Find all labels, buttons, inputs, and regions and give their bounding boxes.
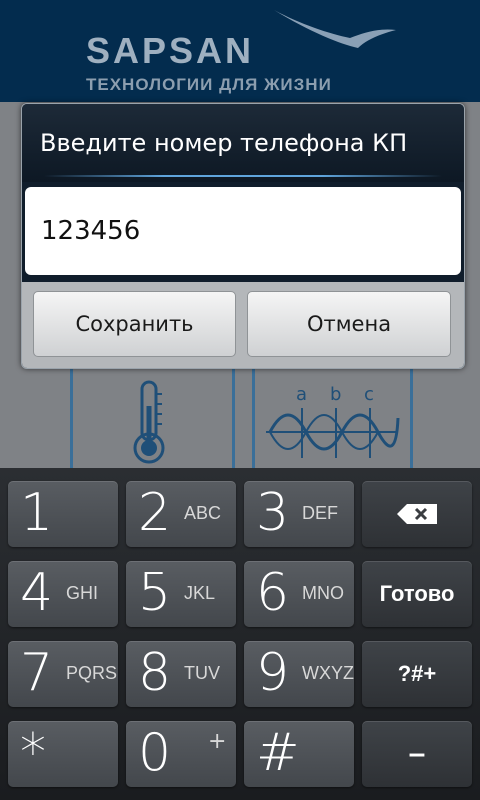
dash-key[interactable]: – (362, 721, 472, 787)
svg-text:c: c (364, 384, 374, 405)
backspace-key[interactable] (362, 481, 472, 547)
phone-number-dialog: Введите номер телефона КП Сохранить Отме… (21, 103, 465, 369)
key-digit: 4 (20, 563, 54, 623)
save-button[interactable]: Сохранить (33, 291, 236, 357)
key-letters: MNO (302, 583, 344, 603)
key-digit: 6 (256, 563, 290, 623)
wave-abc-icon[interactable]: a b c (262, 378, 402, 466)
key-0[interactable]: 0 + (126, 721, 236, 787)
key-letters: PQRS (66, 663, 118, 683)
backspace-icon (397, 504, 437, 524)
key-letters: WXYZ (302, 663, 354, 683)
key-digit: 8 (138, 643, 172, 703)
thermometer-icon[interactable] (126, 378, 172, 466)
tile-divider (70, 368, 73, 468)
svg-text:a: a (296, 384, 307, 405)
done-key[interactable]: Готово (362, 561, 472, 627)
phone-number-input[interactable] (25, 187, 461, 275)
key-digit: 7 (20, 643, 54, 703)
brand-tagline: ТЕХНОЛОГИИ ДЛЯ ЖИЗНИ (86, 75, 332, 94)
tile-divider (410, 368, 413, 468)
key-9[interactable]: 9 WXYZ (244, 641, 354, 707)
dialog-title-bar: Введите номер телефона КП (22, 104, 464, 182)
key-digit: 9 (256, 643, 290, 703)
key-3[interactable]: 3 DEF (244, 481, 354, 547)
key-6[interactable]: 6 MNO (244, 561, 354, 627)
key-hash[interactable]: # (244, 721, 354, 787)
key-7[interactable]: 7 PQRS (8, 641, 118, 707)
key-letters: TUV (184, 663, 220, 683)
key-5[interactable]: 5 JKL (126, 561, 236, 627)
key-digit: 1 (20, 483, 54, 543)
key-digit: 2 (138, 483, 172, 543)
app-header: SAPSAN ТЕХНОЛОГИИ ДЛЯ ЖИЗНИ (0, 0, 480, 102)
symbols-key-label: ?#+ (397, 661, 437, 686)
key-digit: 5 (138, 563, 172, 623)
key-1[interactable]: 1 (8, 481, 118, 547)
brand-logo-text: SAPSAN (86, 30, 255, 71)
tile-divider (252, 368, 255, 468)
key-digit: 3 (256, 483, 290, 543)
key-digit: * (20, 723, 46, 783)
key-digit: # (256, 723, 300, 783)
sapsan-bird-icon (274, 10, 396, 48)
key-letters: ABC (184, 503, 222, 523)
tile-divider (232, 368, 235, 468)
dash-key-label: – (408, 737, 426, 770)
key-letters: DEF (302, 503, 338, 523)
key-letters: GHI (66, 583, 99, 603)
key-8[interactable]: 8 TUV (126, 641, 236, 707)
svg-text:b: b (330, 384, 341, 405)
dialog-divider (44, 175, 442, 177)
dialog-button-bar: Сохранить Отмена (22, 282, 464, 368)
dialog-title: Введите номер телефона КП (40, 129, 408, 157)
key-letters: JKL (184, 583, 216, 603)
key-2[interactable]: 2 ABC (126, 481, 236, 547)
symbols-key[interactable]: ?#+ (362, 641, 472, 707)
key-star[interactable]: * (8, 721, 118, 787)
key-digit: 0 (138, 723, 172, 783)
numeric-keyboard: 1 2 ABC 3 DEF 4 GHI 5 JKL 6 MNO Готово 7… (0, 468, 480, 800)
key-plus-superscript: + (208, 729, 227, 754)
key-4[interactable]: 4 GHI (8, 561, 118, 627)
done-key-label: Готово (379, 581, 455, 606)
cancel-button[interactable]: Отмена (247, 291, 451, 357)
